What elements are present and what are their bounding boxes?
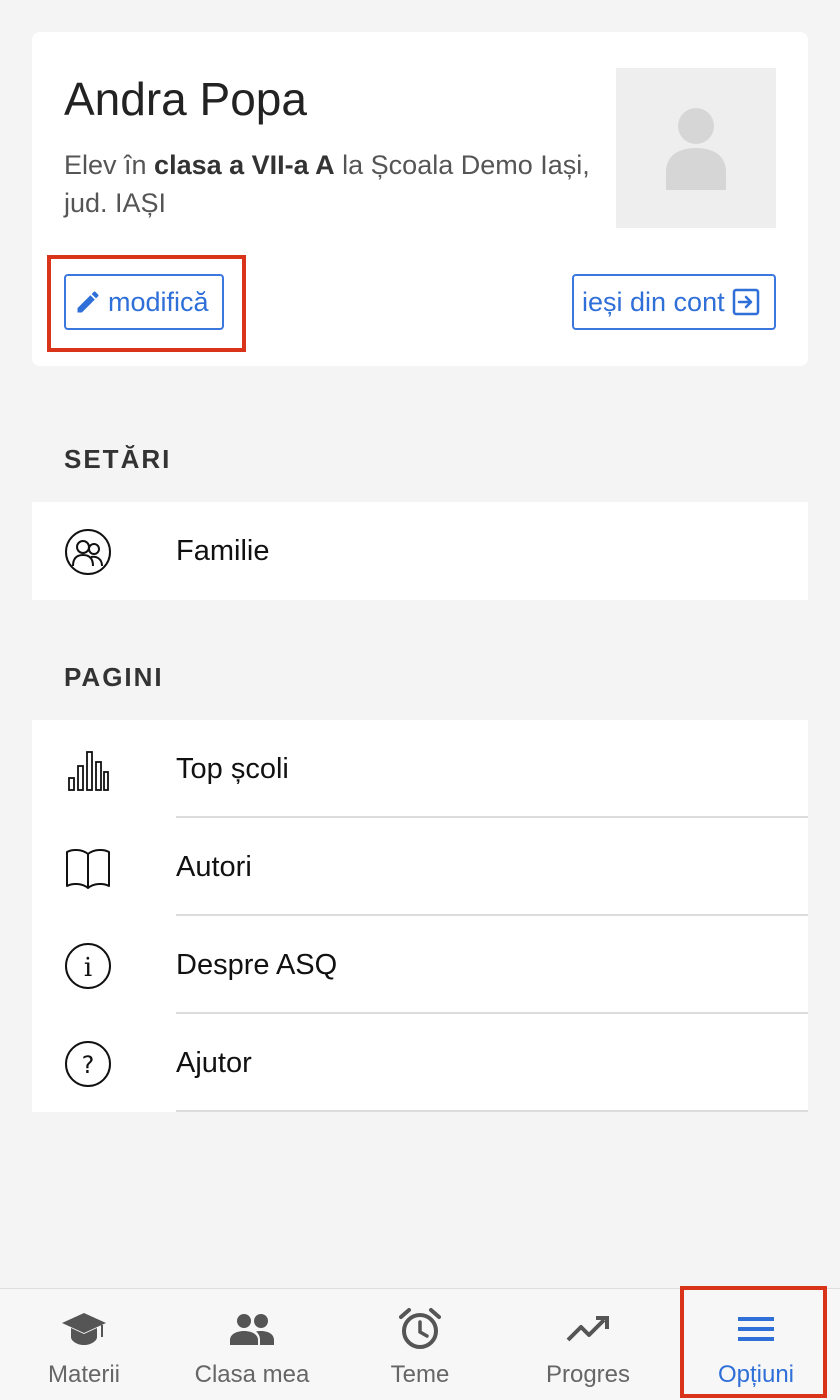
divider: [176, 1110, 808, 1112]
tab-teme[interactable]: Teme: [354, 1289, 486, 1400]
pages-item-label: Ajutor: [176, 1046, 252, 1079]
settings-item-label: Familie: [176, 534, 270, 567]
tab-progres[interactable]: Progres: [522, 1289, 654, 1400]
logout-button[interactable]: ieși din cont: [572, 274, 776, 330]
pages-list: Top școli Autori i Despre ASQ ? Ajutor: [32, 720, 808, 1112]
info-icon: i: [64, 942, 112, 990]
edit-highlight-frame: [47, 255, 246, 352]
svg-text:?: ?: [82, 1051, 95, 1079]
tab-label: Progres: [545, 1361, 631, 1388]
pages-item-label: Despre ASQ: [176, 948, 338, 981]
profile-class: clasa a VII-a A: [154, 150, 335, 180]
logout-label: ieși din cont: [582, 286, 725, 317]
tab-label: Clasa mea: [194, 1361, 310, 1388]
pages-section-title: PAGINI: [64, 662, 164, 692]
profile-description: Elev în clasa a VII-a A la Școala Demo I…: [64, 146, 604, 222]
settings-item-family[interactable]: Familie: [32, 502, 808, 600]
tab-materii[interactable]: Materii: [18, 1289, 150, 1400]
user-placeholder-icon: [666, 108, 726, 190]
logout-icon: [732, 288, 759, 316]
tab-highlight-frame: [680, 1286, 827, 1398]
pages-item-about[interactable]: i Despre ASQ: [32, 916, 808, 1014]
pages-item-authors[interactable]: Autori: [32, 818, 808, 916]
bar-chart-icon: [64, 746, 112, 794]
tab-label: Teme: [390, 1361, 450, 1388]
family-icon: [64, 528, 112, 576]
svg-text:i: i: [84, 953, 92, 983]
trending-up-icon: [566, 1307, 610, 1351]
avatar[interactable]: [616, 68, 776, 228]
settings-section-title: SETĂRI: [64, 444, 172, 474]
alarm-clock-icon: [398, 1307, 442, 1351]
profile-desc-prefix: Elev în: [64, 150, 155, 180]
help-icon: ?: [64, 1040, 112, 1088]
pages-item-top-schools[interactable]: Top școli: [32, 720, 808, 818]
settings-list: Familie: [32, 502, 808, 600]
pages-item-label: Autori: [176, 850, 252, 883]
pages-item-help[interactable]: ? Ajutor: [32, 1014, 808, 1112]
graduation-cap-icon: [60, 1307, 108, 1351]
tab-label: Materii: [47, 1361, 120, 1388]
pages-item-label: Top școli: [176, 752, 289, 785]
book-icon: [64, 844, 112, 892]
people-icon: [228, 1307, 276, 1351]
tab-clasa-mea[interactable]: Clasa mea: [186, 1289, 318, 1400]
profile-name: Andra Popa: [64, 73, 307, 125]
